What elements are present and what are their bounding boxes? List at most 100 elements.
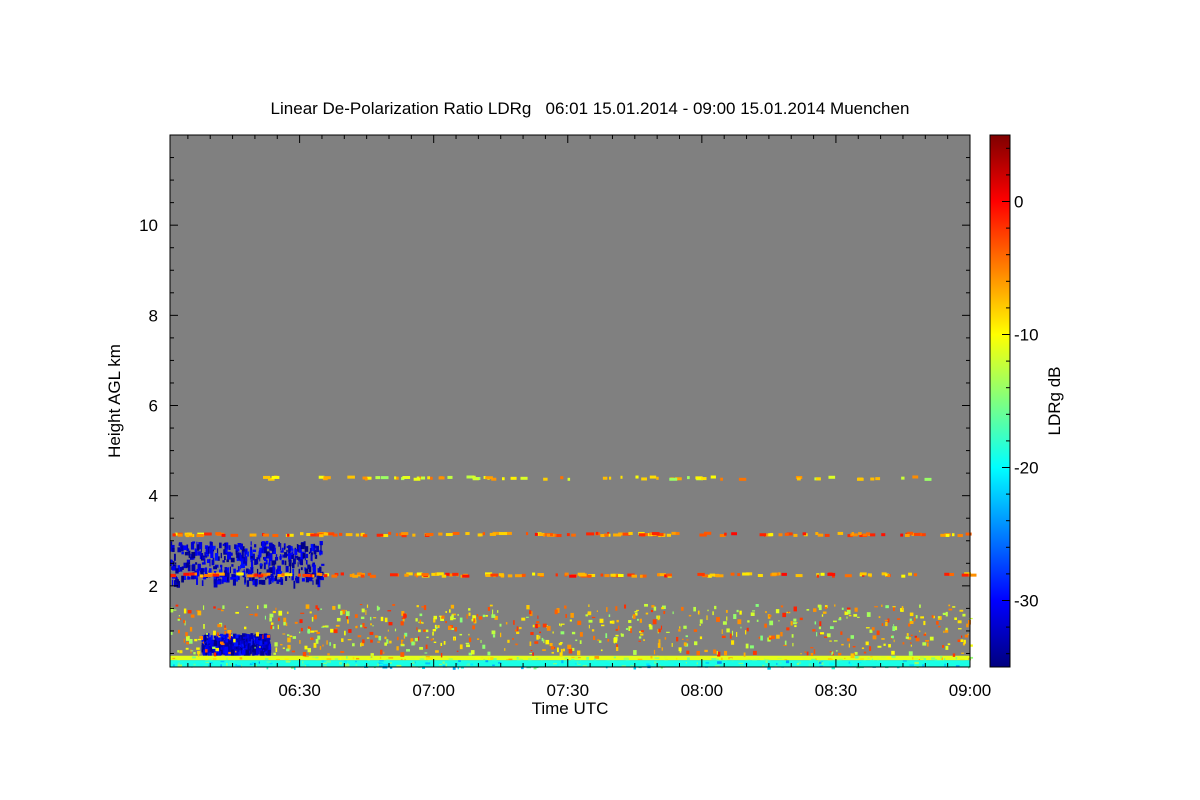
feature-mark bbox=[885, 605, 889, 609]
feature-mark bbox=[656, 655, 659, 657]
feature-mark bbox=[579, 640, 582, 644]
feature-mark bbox=[948, 604, 951, 607]
feature-mark bbox=[319, 566, 322, 572]
feature-mark bbox=[804, 651, 806, 653]
feature-mark bbox=[400, 621, 404, 626]
feature-mark bbox=[452, 531, 460, 535]
feature-mark bbox=[905, 636, 909, 639]
feature-mark bbox=[648, 624, 652, 627]
feature-mark bbox=[793, 533, 798, 537]
colorbar-label: LDRg dB bbox=[1045, 367, 1064, 436]
feature-mark bbox=[768, 637, 772, 640]
feature-mark bbox=[283, 621, 286, 626]
feature-mark bbox=[931, 615, 934, 618]
feature-mark bbox=[954, 617, 957, 620]
feature-mark bbox=[378, 635, 382, 641]
feature-mark bbox=[808, 663, 812, 667]
feature-mark bbox=[699, 533, 707, 537]
feature-mark bbox=[217, 608, 221, 610]
feature-mark bbox=[307, 628, 310, 634]
feature-mark bbox=[347, 639, 352, 641]
feature-mark bbox=[220, 660, 225, 663]
feature-mark bbox=[384, 636, 387, 640]
feature-mark bbox=[181, 551, 184, 555]
feature-mark bbox=[613, 533, 622, 537]
feature-mark bbox=[284, 658, 289, 661]
feature-mark bbox=[213, 576, 216, 580]
feature-mark bbox=[878, 616, 881, 619]
feature-mark bbox=[173, 553, 176, 561]
feature-mark bbox=[272, 610, 276, 614]
feature-mark bbox=[451, 614, 454, 619]
feature-mark bbox=[901, 476, 905, 480]
feature-mark bbox=[307, 564, 311, 570]
feature-mark bbox=[223, 627, 227, 630]
feature-mark bbox=[696, 662, 698, 665]
feature-mark bbox=[914, 657, 918, 660]
feature-mark bbox=[377, 641, 380, 643]
feature-mark bbox=[345, 533, 353, 537]
feature-mark bbox=[305, 560, 308, 565]
feature-mark bbox=[339, 532, 343, 536]
feature-mark bbox=[187, 610, 192, 614]
feature-mark bbox=[274, 642, 278, 647]
feature-mark bbox=[491, 614, 496, 618]
feature-mark bbox=[697, 572, 705, 576]
feature-mark bbox=[284, 573, 293, 577]
feature-mark bbox=[920, 616, 925, 619]
feature-mark bbox=[795, 574, 803, 578]
feature-mark bbox=[823, 636, 828, 638]
feature-mark bbox=[906, 633, 909, 636]
feature-mark bbox=[264, 658, 269, 660]
feature-mark bbox=[841, 643, 844, 646]
feature-mark bbox=[256, 579, 259, 585]
feature-mark bbox=[900, 533, 904, 537]
feature-mark bbox=[196, 534, 204, 538]
feature-mark bbox=[348, 629, 352, 633]
feature-mark bbox=[828, 475, 836, 479]
feature-mark bbox=[745, 643, 749, 649]
feature-mark bbox=[588, 624, 590, 629]
feature-mark bbox=[183, 572, 189, 576]
feature-mark bbox=[765, 660, 768, 664]
feature-mark bbox=[291, 562, 295, 569]
feature-mark bbox=[791, 634, 794, 638]
feature-mark bbox=[556, 647, 559, 653]
feature-mark bbox=[413, 477, 421, 481]
feature-mark bbox=[299, 619, 303, 624]
feature-mark bbox=[383, 651, 385, 654]
feature-mark bbox=[908, 572, 912, 576]
feature-mark bbox=[209, 545, 213, 550]
feature-mark bbox=[844, 657, 846, 659]
feature-mark bbox=[905, 533, 910, 537]
feature-mark bbox=[230, 533, 239, 537]
feature-mark bbox=[683, 642, 687, 646]
feature-mark bbox=[656, 476, 659, 480]
feature-mark bbox=[237, 646, 240, 652]
feature-mark bbox=[179, 650, 183, 654]
feature-mark bbox=[374, 635, 379, 638]
feature-mark bbox=[425, 656, 430, 658]
y-tick-label: 10 bbox=[139, 216, 158, 235]
feature-mark bbox=[633, 650, 637, 655]
feature-mark bbox=[664, 656, 667, 659]
feature-mark bbox=[940, 533, 946, 537]
feature-mark bbox=[945, 533, 950, 537]
feature-mark bbox=[419, 613, 423, 617]
feature-mark bbox=[204, 567, 208, 574]
feature-mark bbox=[554, 609, 558, 615]
feature-mark bbox=[838, 652, 842, 656]
feature-mark bbox=[175, 568, 179, 574]
feature-mark bbox=[672, 611, 674, 615]
feature-mark bbox=[585, 614, 588, 617]
feature-mark bbox=[639, 574, 643, 578]
feature-mark bbox=[321, 563, 325, 566]
feature-mark bbox=[537, 615, 539, 619]
feature-mark bbox=[215, 647, 219, 652]
feature-mark bbox=[588, 604, 590, 608]
feature-mark bbox=[538, 532, 544, 536]
y-tick-label: 4 bbox=[149, 487, 158, 506]
feature-mark bbox=[831, 651, 834, 654]
feature-mark bbox=[445, 611, 447, 614]
feature-mark bbox=[172, 566, 176, 571]
